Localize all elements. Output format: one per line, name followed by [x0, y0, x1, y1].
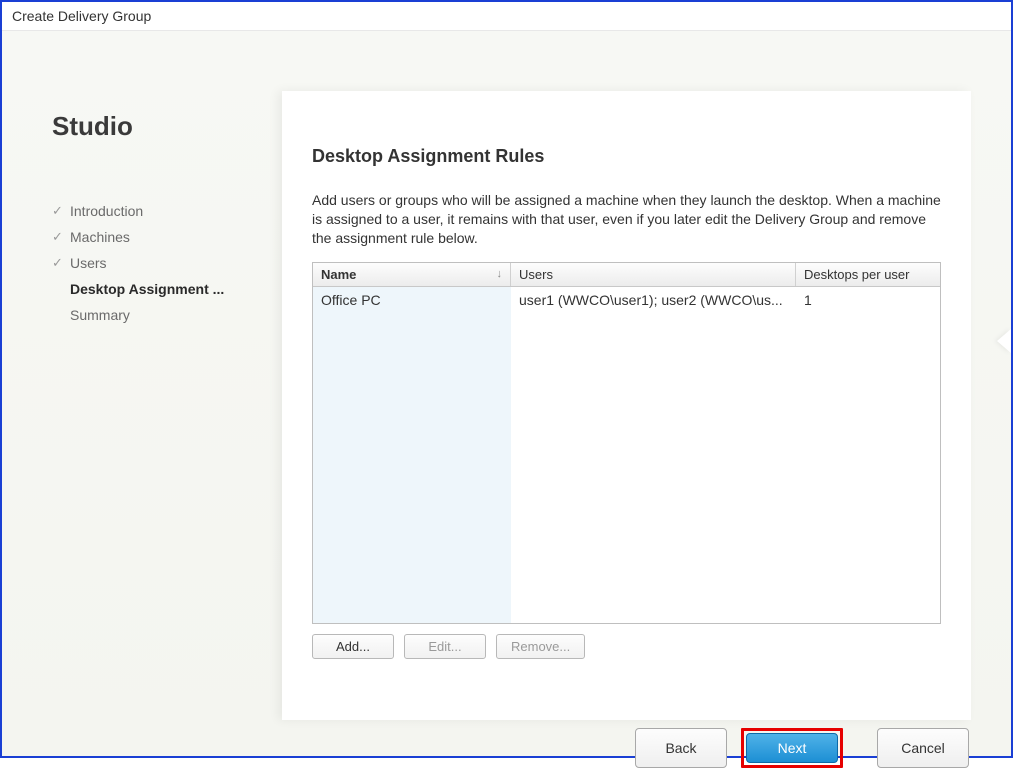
table-header: Name ↓ Users Desktops per user	[313, 263, 940, 287]
page-description: Add users or groups who will be assigned…	[312, 191, 941, 248]
nav-item-label: Summary	[70, 307, 130, 323]
remove-button[interactable]: Remove...	[496, 634, 585, 659]
column-header-users[interactable]: Users	[511, 263, 796, 286]
rest-column-bg	[511, 287, 940, 623]
window-title: Create Delivery Group	[2, 2, 1011, 31]
action-row: Add... Edit... Remove...	[312, 634, 941, 659]
nav-item-users[interactable]: ✓ Users	[52, 250, 262, 276]
next-button[interactable]: Next	[746, 733, 838, 763]
nav-item-summary[interactable]: ✓ Summary	[52, 302, 262, 328]
column-header-label: Users	[519, 267, 553, 282]
nav-item-desktop-assignment[interactable]: ✓ Desktop Assignment ...	[52, 276, 262, 302]
brand-label: Studio	[52, 111, 262, 142]
sidebar: Studio ✓ Introduction ✓ Machines ✓ Users…	[2, 31, 282, 756]
cell-users: user1 (WWCO\user1); user2 (WWCO\us...	[511, 287, 796, 313]
wizard-window: Create Delivery Group Studio ✓ Introduct…	[0, 0, 1013, 758]
check-icon: ✓	[52, 229, 70, 245]
cell-name: Office PC	[313, 287, 511, 313]
check-icon: ✓	[52, 203, 70, 219]
column-header-label: Name	[321, 267, 356, 282]
table-row[interactable]: Office PC user1 (WWCO\user1); user2 (WWC…	[313, 287, 940, 313]
content-area: Studio ✓ Introduction ✓ Machines ✓ Users…	[2, 31, 1011, 756]
name-column-bg	[313, 287, 511, 623]
back-button[interactable]: Back	[635, 728, 727, 768]
column-header-label: Desktops per user	[804, 267, 910, 282]
nav-item-label: Machines	[70, 229, 130, 245]
cell-desktops-per-user: 1	[796, 287, 940, 313]
cancel-button[interactable]: Cancel	[877, 728, 969, 768]
active-step-pointer-icon	[997, 329, 1011, 353]
nav-item-introduction[interactable]: ✓ Introduction	[52, 198, 262, 224]
rules-table: Name ↓ Users Desktops per user Office PC	[312, 262, 941, 624]
nav-item-label: Desktop Assignment ...	[70, 281, 224, 297]
main-panel: Desktop Assignment Rules Add users or gr…	[282, 91, 971, 720]
nav-list: ✓ Introduction ✓ Machines ✓ Users ✓ Desk…	[52, 198, 262, 328]
check-icon: ✓	[52, 255, 70, 271]
next-button-highlight: Next	[741, 728, 843, 768]
nav-item-label: Introduction	[70, 203, 143, 219]
wizard-buttons: Back Next Cancel	[635, 728, 971, 768]
column-header-desktops-per-user[interactable]: Desktops per user	[796, 263, 940, 286]
column-header-name[interactable]: Name ↓	[313, 263, 511, 286]
table-body: Office PC user1 (WWCO\user1); user2 (WWC…	[313, 287, 940, 623]
add-button[interactable]: Add...	[312, 634, 394, 659]
edit-button[interactable]: Edit...	[404, 634, 486, 659]
nav-item-machines[interactable]: ✓ Machines	[52, 224, 262, 250]
page-title: Desktop Assignment Rules	[312, 146, 941, 167]
nav-item-label: Users	[70, 255, 107, 271]
sort-down-icon: ↓	[497, 268, 503, 280]
